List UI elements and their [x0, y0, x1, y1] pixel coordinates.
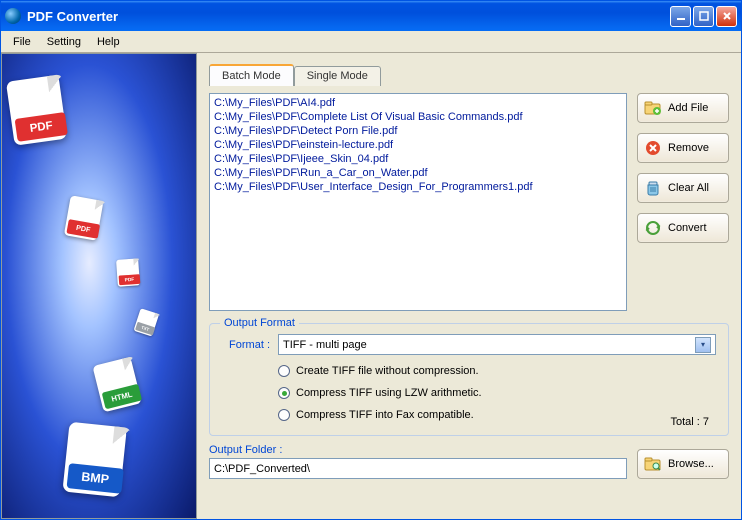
convert-icon — [644, 219, 662, 237]
sidebar-badge-pdf-3: PDF — [116, 258, 142, 287]
button-column: Add File Remove Clear All Convert — [637, 93, 729, 311]
convert-button[interactable]: Convert — [637, 213, 729, 243]
tabs: Batch Mode Single Mode — [209, 64, 729, 86]
output-folder-value: C:\PDF_Converted\ — [214, 463, 310, 475]
browse-button[interactable]: Browse... — [637, 449, 729, 479]
clear-all-label: Clear All — [668, 182, 709, 194]
app-icon — [5, 8, 21, 24]
remove-icon — [644, 139, 662, 157]
output-format-legend: Output Format — [220, 317, 299, 329]
radio-label: Create TIFF file without compression. — [296, 365, 479, 377]
radio-icon — [278, 365, 290, 377]
close-icon — [722, 11, 732, 21]
sidebar: PDF PDF PDF TXT HTML BMP — [1, 53, 197, 519]
list-item[interactable]: C:\My_Files\PDF\einstein-lecture.pdf — [214, 138, 622, 152]
convert-label: Convert — [668, 222, 707, 234]
file-row: C:\My_Files\PDF\AI4.pdf C:\My_Files\PDF\… — [209, 93, 729, 311]
tab-single-mode[interactable]: Single Mode — [294, 66, 381, 86]
browse-label: Browse... — [668, 458, 714, 470]
chevron-down-icon: ▾ — [695, 337, 711, 353]
list-item[interactable]: C:\My_Files\PDF\Run_a_Car_on_Water.pdf — [214, 166, 622, 180]
remove-button[interactable]: Remove — [637, 133, 729, 163]
tab-batch-mode[interactable]: Batch Mode — [209, 64, 294, 86]
menu-setting[interactable]: Setting — [39, 34, 89, 50]
radio-lzw[interactable]: Compress TIFF using LZW arithmetic. — [278, 387, 716, 399]
menu-help[interactable]: Help — [89, 34, 128, 50]
output-folder-col: Output Folder : C:\PDF_Converted\ — [209, 444, 627, 479]
list-item[interactable]: C:\My_Files\PDF\User_Interface_Design_Fo… — [214, 180, 622, 194]
minimize-icon — [676, 11, 686, 21]
add-file-icon — [644, 99, 662, 117]
compression-radios: Create TIFF file without compression. Co… — [222, 365, 716, 421]
app-window: PDF Converter File Setting Help PDF PDF … — [0, 0, 742, 520]
minimize-button[interactable] — [670, 6, 691, 27]
menubar: File Setting Help — [1, 31, 741, 53]
format-select[interactable]: TIFF - multi page ▾ — [278, 334, 716, 355]
radio-icon — [278, 387, 290, 399]
list-item[interactable]: C:\My_Files\PDF\AI4.pdf — [214, 96, 622, 110]
format-row: Format : TIFF - multi page ▾ — [222, 334, 716, 355]
list-item[interactable]: C:\My_Files\PDF\Complete List Of Visual … — [214, 110, 622, 124]
close-button[interactable] — [716, 6, 737, 27]
sidebar-badge-html: HTML — [92, 356, 145, 414]
radio-fax[interactable]: Compress TIFF into Fax compatible. — [278, 409, 716, 421]
folder-search-icon — [644, 455, 662, 473]
radio-icon — [278, 409, 290, 421]
remove-label: Remove — [668, 142, 709, 154]
add-file-button[interactable]: Add File — [637, 93, 729, 123]
add-file-label: Add File — [668, 102, 708, 114]
sidebar-badge-pdf-1: PDF — [6, 74, 72, 148]
output-folder-label: Output Folder : — [209, 444, 627, 456]
sidebar-badge-bmp: BMP — [62, 422, 132, 501]
format-selected-value: TIFF - multi page — [283, 339, 367, 351]
main-panel: Batch Mode Single Mode C:\My_Files\PDF\A… — [197, 53, 741, 519]
clear-all-icon — [644, 179, 662, 197]
sidebar-badge-pdf-2: PDF — [64, 195, 107, 242]
window-title: PDF Converter — [27, 9, 668, 24]
menu-file[interactable]: File — [5, 34, 39, 50]
format-label: Format : — [222, 339, 270, 351]
maximize-button[interactable] — [693, 6, 714, 27]
maximize-icon — [699, 11, 709, 21]
file-list[interactable]: C:\My_Files\PDF\AI4.pdf C:\My_Files\PDF\… — [209, 93, 627, 311]
titlebar[interactable]: PDF Converter — [1, 1, 741, 31]
radio-label: Compress TIFF into Fax compatible. — [296, 409, 474, 421]
clear-all-button[interactable]: Clear All — [637, 173, 729, 203]
output-folder-row: Output Folder : C:\PDF_Converted\ Browse… — [209, 444, 729, 479]
output-format-group: Output Format Format : TIFF - multi page… — [209, 323, 729, 436]
body: PDF PDF PDF TXT HTML BMP Batch Mode Sing… — [1, 53, 741, 519]
list-item[interactable]: C:\My_Files\PDF\Detect Porn File.pdf — [214, 124, 622, 138]
output-folder-input[interactable]: C:\PDF_Converted\ — [209, 458, 627, 479]
sidebar-badge-txt: TXT — [133, 308, 160, 338]
radio-no-compression[interactable]: Create TIFF file without compression. — [278, 365, 716, 377]
list-item[interactable]: C:\My_Files\PDF\Ijeee_Skin_04.pdf — [214, 152, 622, 166]
radio-label: Compress TIFF using LZW arithmetic. — [296, 387, 482, 399]
